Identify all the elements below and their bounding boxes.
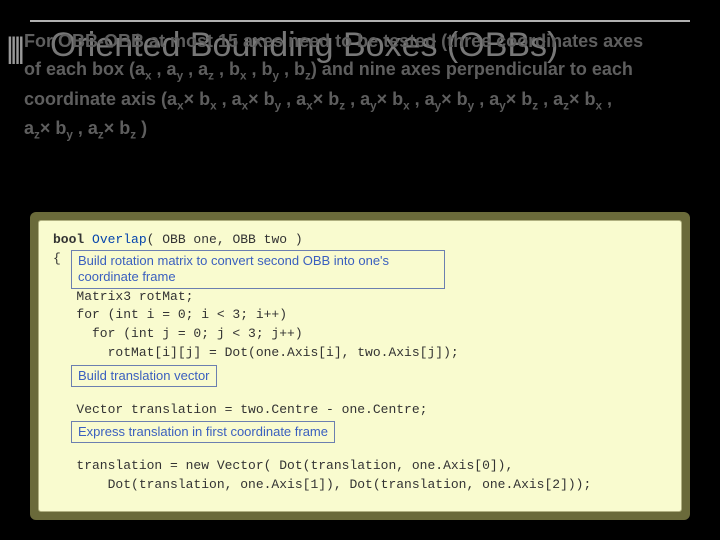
body-line1: For OBB-OBB at most 15 axes need to be t… bbox=[24, 31, 643, 51]
code-inner: bool Overlap( OBB one, OBB two ) { Matri… bbox=[38, 220, 682, 512]
code-block: bool Overlap( OBB one, OBB two ) { Matri… bbox=[30, 212, 690, 520]
code-texp1: translation = new Vector( Dot(translatio… bbox=[53, 458, 513, 473]
code-dot: rotMat[i][j] = Dot(one.Axis[i], two.Axis… bbox=[53, 345, 459, 360]
body-text: For OBB-OBB at most 15 axes need to be t… bbox=[24, 28, 700, 145]
code-texp2: Dot(translation, one.Axis[1]), Dot(trans… bbox=[53, 477, 591, 492]
code-for-i: for (int i = 0; i < 3; i++) bbox=[53, 307, 287, 322]
code-trans: Vector translation = two.Centre - one.Ce… bbox=[53, 402, 427, 417]
title-marks-icon: |||| bbox=[6, 32, 21, 66]
annotation-translation: Build translation vector bbox=[71, 365, 217, 387]
title-rule bbox=[30, 20, 690, 22]
annotation-rotation: Build rotation matrix to convert second … bbox=[71, 250, 445, 289]
code-rotmat: Matrix3 rotMat; bbox=[53, 289, 193, 304]
annotation-express: Express translation in first coordinate … bbox=[71, 421, 335, 443]
kw-bool: bool bbox=[53, 232, 92, 247]
fn-name: Overlap bbox=[92, 232, 147, 247]
code-for-j: for (int j = 0; j < 3; j++) bbox=[53, 326, 303, 341]
fn-params: ( OBB one, OBB two ) bbox=[147, 232, 303, 247]
slide: |||| Oriented Bounding Boxes (OBBs) For … bbox=[0, 0, 720, 540]
brace-open: { bbox=[53, 251, 61, 266]
